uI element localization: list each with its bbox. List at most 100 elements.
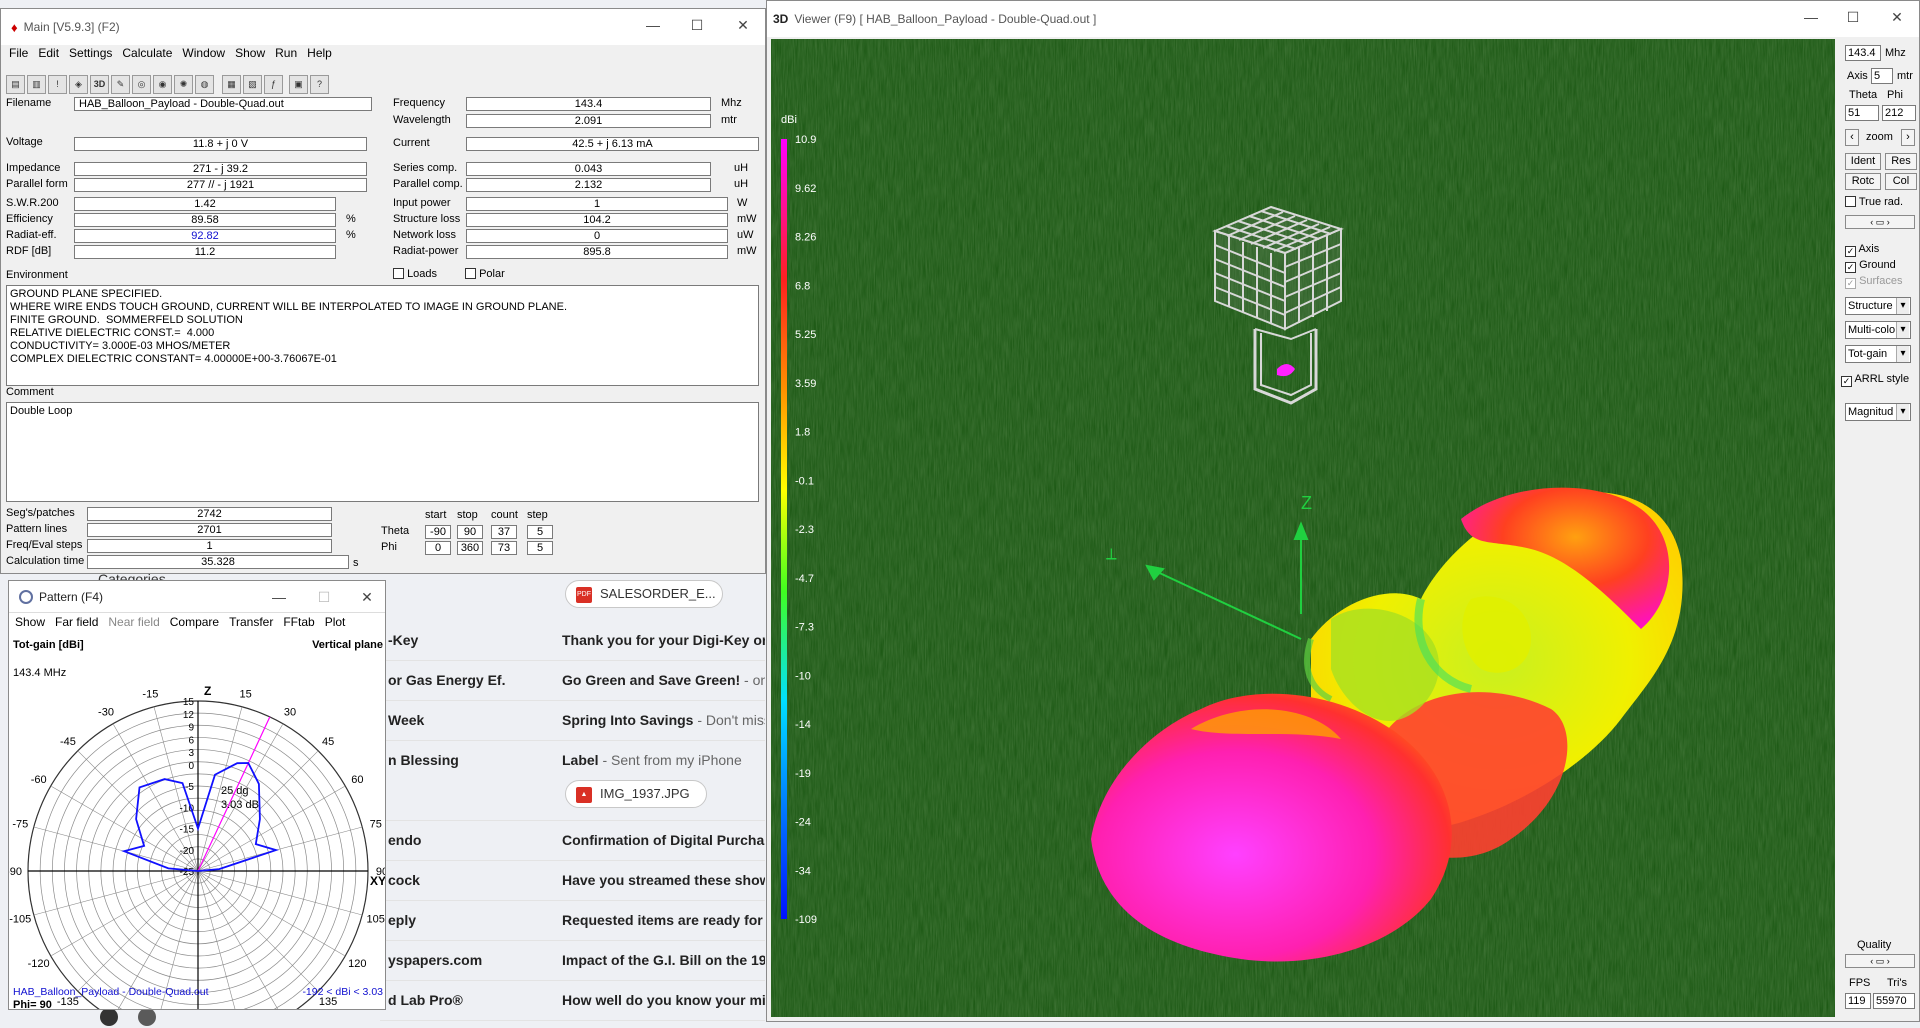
magnitude-select[interactable]: Magnitud	[1845, 403, 1911, 421]
rdf-field: 11.2	[74, 245, 336, 259]
pattern-close-button[interactable]: ✕	[359, 589, 375, 605]
mail-row[interactable]: Week Spring Into Savings - Don't miss	[380, 701, 765, 741]
zoom-right-button[interactable]: ›	[1901, 129, 1915, 146]
res-button[interactable]: Res	[1885, 153, 1917, 170]
pattern-menu-compare[interactable]: Compare	[165, 615, 224, 633]
theta-step-field[interactable]: 5	[527, 525, 553, 539]
freq-icon[interactable]: ƒ	[264, 75, 283, 94]
true-rad-checkbox[interactable]: True rad.	[1845, 196, 1903, 208]
frequency-field[interactable]: 143.4	[466, 97, 711, 111]
true-rad-slider[interactable]: ‹ ▭ ›	[1845, 215, 1915, 229]
polar-check-box[interactable]	[465, 268, 476, 279]
ident-button[interactable]: Ident	[1845, 153, 1881, 170]
ground-icon[interactable]: ◍	[195, 75, 214, 94]
save-icon[interactable]: ▥	[27, 75, 46, 94]
quality-slider[interactable]: ‹ ▭ ›	[1845, 954, 1915, 968]
menu-file[interactable]: File	[4, 46, 33, 64]
mail-row[interactable]: or Gas Energy Ef. Go Green and Save Green…	[380, 661, 765, 701]
mail-row[interactable]: endo Confirmation of Digital Purchas	[380, 821, 765, 861]
series-comp-label: Series comp.	[393, 162, 458, 174]
viewer-freq-field[interactable]: 143.4	[1845, 45, 1881, 61]
phi-count-field[interactable]: 73	[491, 541, 517, 555]
phi-stop-field[interactable]: 360	[457, 541, 483, 555]
viewer-axis-field[interactable]: 5	[1871, 68, 1893, 84]
pattern-menu-transfer[interactable]: Transfer	[224, 615, 278, 633]
edit-icon[interactable]: ✎	[111, 75, 130, 94]
pattern-menu-fftab[interactable]: FFtab	[278, 615, 319, 633]
loads-check-box[interactable]	[393, 268, 404, 279]
attachment-chip-salesorder[interactable]: PDF SALESORDER_E...	[565, 580, 723, 608]
viewer-theta-field[interactable]: 51	[1845, 105, 1879, 121]
menu-calculate[interactable]: Calculate	[117, 46, 177, 64]
mail-row[interactable]: d Lab Pro® How well do you know your min	[380, 981, 765, 1021]
antenna-icon[interactable]: ǃ	[48, 75, 67, 94]
theta-count-field[interactable]: 37	[491, 525, 517, 539]
3d-icon[interactable]: 3D	[90, 75, 109, 94]
axis-checkbox[interactable]: ✓ Axis	[1845, 243, 1879, 257]
globe-icon[interactable]: ◎	[132, 75, 151, 94]
angle-label: 105	[367, 914, 385, 926]
menu-edit[interactable]: Edit	[33, 46, 64, 64]
calc-time-field: 35.328	[87, 555, 349, 569]
pattern-menu-near-field[interactable]: Near field	[103, 615, 164, 633]
viewer-close-button[interactable]: ✕	[1889, 9, 1905, 25]
comment-text[interactable]: Double Loop	[6, 402, 759, 502]
menu-window[interactable]: Window	[177, 46, 230, 64]
rotc-button[interactable]: Rotc	[1845, 173, 1881, 190]
rdf-label: RDF [dB]	[6, 245, 52, 257]
gain-select[interactable]: Tot-gain	[1845, 345, 1911, 363]
mail-subject: Spring Into Savings - Don't miss	[562, 712, 765, 728]
3d-viewport[interactable]: dBi 10.9 9.62 8.26 6.8 5.25 3.59 1.8 -0.1 -2.3 -4.…	[771, 39, 1835, 1017]
print-icon[interactable]: ▧	[243, 75, 262, 94]
theta-start-field[interactable]: -90	[425, 525, 451, 539]
polar-checkbox[interactable]: Polar	[465, 268, 505, 280]
filename-field[interactable]: HAB_Balloon_Payload - Double-Quad.out	[74, 97, 372, 111]
pattern-maximize-button[interactable]: ☐	[316, 589, 332, 605]
pattern-titlebar[interactable]: Pattern (F4) — ☐ ✕	[9, 581, 385, 613]
pattern-menu-show[interactable]: Show	[10, 615, 50, 633]
menu-show[interactable]: Show	[230, 46, 270, 64]
col-button[interactable]: Col	[1885, 173, 1917, 190]
attachment-chip-img[interactable]: ▲ IMG_1937.JPG	[565, 780, 707, 808]
theta-stop-field[interactable]: 90	[457, 525, 483, 539]
settings-icon[interactable]	[138, 1008, 156, 1026]
pattern-menu-plot[interactable]: Plot	[320, 615, 351, 633]
mail-row[interactable]: eply Requested items are ready for y	[380, 901, 765, 941]
cube-icon[interactable]: ◈	[69, 75, 88, 94]
viewer-phi-field[interactable]: 212	[1882, 105, 1916, 121]
surfaces-checkbox[interactable]: ✓ Surfaces	[1845, 275, 1902, 289]
pattern-minimize-button[interactable]: —	[271, 589, 287, 605]
table-icon[interactable]: ▦	[222, 75, 241, 94]
ground-checkbox[interactable]: ✓ Ground	[1845, 259, 1896, 273]
mail-row[interactable]: cock Have you streamed these show	[380, 861, 765, 901]
book-icon[interactable]: ▣	[289, 75, 308, 94]
menu-help[interactable]: Help	[302, 46, 337, 64]
target-icon[interactable]: ◉	[153, 75, 172, 94]
mail-row[interactable]: -Key Thank you for your Digi-Key ord	[380, 621, 765, 661]
environment-text[interactable]: GROUND PLANE SPECIFIED. WHERE WIRE ENDS …	[6, 285, 759, 386]
menu-settings[interactable]: Settings	[64, 46, 117, 64]
viewer-minimize-button[interactable]: —	[1803, 9, 1819, 25]
arrl-style-checkbox[interactable]: ✓ ARRL style	[1841, 373, 1909, 387]
minimize-button[interactable]: —	[645, 17, 661, 33]
main-titlebar[interactable]: ♦ Main [V5.9.3] (F2) — ☐ ✕	[1, 9, 765, 45]
viewer-maximize-button[interactable]: ☐	[1845, 9, 1861, 25]
structure-select[interactable]: Structure	[1845, 297, 1911, 315]
menu-run[interactable]: Run	[270, 46, 302, 64]
pattern-menu-far-field[interactable]: Far field	[50, 615, 103, 633]
ring-label: 9	[188, 723, 194, 734]
zoom-left-button[interactable]: ‹	[1845, 129, 1859, 146]
close-button[interactable]: ✕	[735, 17, 751, 33]
loads-checkbox[interactable]: Loads	[393, 268, 437, 280]
maximize-button[interactable]: ☐	[689, 17, 705, 33]
viewer-titlebar[interactable]: 3D Viewer (F9) [ HAB_Balloon_Payload - D…	[767, 1, 1919, 37]
phi-step-field[interactable]: 5	[527, 541, 553, 555]
open-icon[interactable]: ▤	[6, 75, 25, 94]
color-mode-select[interactable]: Multi-colo	[1845, 321, 1911, 339]
mail-row[interactable]: yspapers.com Impact of the G.I. Bill on t…	[380, 941, 765, 981]
radiation-icon[interactable]: ✺	[174, 75, 193, 94]
angle-label: -15	[142, 688, 158, 700]
phi-start-field[interactable]: 0	[425, 541, 451, 555]
user-avatar-icon[interactable]	[100, 1008, 118, 1026]
help-icon[interactable]: ?	[310, 75, 329, 94]
